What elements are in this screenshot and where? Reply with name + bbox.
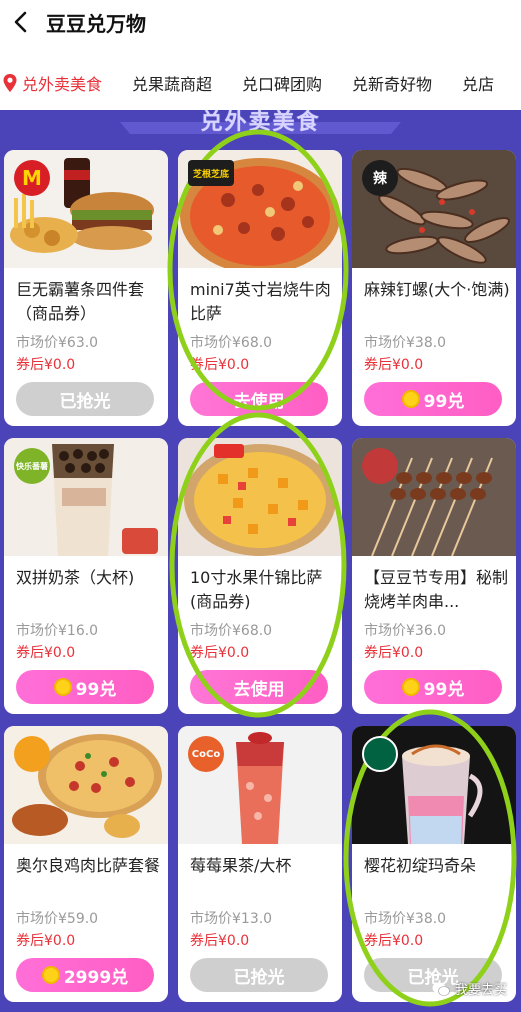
product-card[interactable]: 奥尔良鸡肉比萨套餐 市场价¥59.0 券后¥0.0 2999兑: [4, 726, 168, 1002]
product-name: mini7英寸岩烧牛肉比萨: [190, 280, 331, 323]
category-tabs: 兑外卖美食 兑果蔬商超 兑口碑团购 兑新奇好物 兑店: [0, 58, 521, 108]
coco-logo-icon: CoCo: [188, 736, 224, 772]
product-card[interactable]: 芝根芝底 mini7英寸岩烧牛肉比萨 市场价¥68.0 券后¥0.0 去使用: [178, 150, 342, 426]
redeem-button[interactable]: 2999兑: [16, 958, 154, 992]
product-name: 10寸水果什锦比萨(商品券): [190, 568, 323, 611]
product-image: 快乐番薯: [4, 438, 168, 556]
product-card[interactable]: CoCo 莓莓果茶/大杯 市场价¥13.0 券后¥0.0 已抢光: [178, 726, 342, 1002]
coupon-price: 券后¥0.0: [190, 357, 250, 373]
back-button[interactable]: [0, 0, 40, 44]
coin-icon: [401, 678, 420, 696]
coupon-price: 券后¥0.0: [364, 357, 424, 373]
product-card[interactable]: M 巨无霸薯条四件套（商品券） 市场价¥63.0 券后¥0.0 已抢光: [4, 150, 168, 426]
coin-icon: [401, 390, 420, 408]
brand-logo-icon: 快乐番薯: [14, 448, 50, 484]
product-name: 樱花初绽玛奇朵: [364, 856, 477, 875]
sold-out-button[interactable]: 已抢光: [16, 382, 154, 416]
market-price: 市场价¥63.0: [16, 335, 99, 351]
brand-logo-icon: [14, 736, 50, 772]
redeem-label: 99兑: [423, 679, 465, 700]
tab-groceries[interactable]: 兑果蔬商超: [117, 58, 227, 108]
redeem-button[interactable]: 99兑: [364, 382, 502, 416]
wechat-icon: [432, 982, 450, 996]
page-title: 豆豆兑万物: [46, 11, 146, 36]
product-card[interactable]: 【豆豆节专用】秘制烧烤羊肉串... 市场价¥36.0 券后¥0.0 99兑: [352, 438, 516, 714]
product-card[interactable]: 樱花初绽玛奇朵 市场价¥38.0 券后¥0.0 已抢光: [352, 726, 516, 1002]
market-price: 市场价¥36.0: [364, 623, 447, 639]
coupon-price: 券后¥0.0: [190, 933, 250, 949]
section-banner: 兑外卖美食: [0, 110, 521, 142]
tab-label: 兑外卖美食: [22, 75, 103, 94]
tab-food-delivery[interactable]: 兑外卖美食: [0, 58, 117, 108]
product-section: 兑外卖美食 M 巨无霸薯条四件套（商品券） 市场价¥63.0 券后¥0.0 已抢…: [0, 110, 521, 1012]
starbucks-logo-icon: [362, 736, 398, 772]
product-image: CoCo: [178, 726, 342, 844]
market-price: 市场价¥38.0: [364, 911, 447, 927]
product-image: [4, 726, 168, 844]
coin-icon: [53, 678, 72, 696]
coupon-price: 券后¥0.0: [190, 645, 250, 661]
product-name: 奥尔良鸡肉比萨套餐: [16, 856, 161, 875]
product-name: 麻辣钉螺(大个·饱满): [364, 280, 510, 299]
coupon-price: 券后¥0.0: [364, 645, 424, 661]
sold-out-button[interactable]: 已抢光: [190, 958, 328, 992]
brand-logo-icon: [362, 448, 398, 484]
tab-store[interactable]: 兑店: [447, 58, 509, 108]
product-image: M: [4, 150, 168, 268]
redeem-label: 2999兑: [63, 967, 129, 988]
tab-novelty-goods[interactable]: 兑新奇好物: [337, 58, 447, 108]
tab-group-buy[interactable]: 兑口碑团购: [227, 58, 337, 108]
market-price: 市场价¥59.0: [16, 911, 99, 927]
product-name: 双拼奶茶（大杯): [16, 568, 135, 587]
use-button[interactable]: 去使用: [190, 670, 328, 704]
watermark: 我要去买: [432, 979, 507, 998]
market-price: 市场价¥16.0: [16, 623, 99, 639]
redeem-label: 99兑: [423, 391, 465, 412]
chevron-left-icon: [14, 11, 27, 33]
coin-icon: [41, 966, 60, 984]
product-image: 辣: [352, 150, 516, 268]
use-button[interactable]: 去使用: [190, 382, 328, 416]
coupon-price: 券后¥0.0: [364, 933, 424, 949]
mcdonalds-logo-icon: M: [14, 160, 50, 196]
product-card[interactable]: 10寸水果什锦比萨(商品券) 市场价¥68.0 券后¥0.0 去使用: [178, 438, 342, 714]
product-name: 巨无霸薯条四件套（商品券）: [16, 280, 145, 323]
redeem-button[interactable]: 99兑: [16, 670, 154, 704]
market-price: 市场价¥68.0: [190, 623, 273, 639]
header-bar: 豆豆兑万物: [0, 0, 521, 44]
location-pin-icon: [3, 74, 17, 92]
section-title: 兑外卖美食: [200, 110, 321, 135]
brand-logo-icon: 辣: [362, 160, 398, 196]
product-name: 莓莓果茶/大杯: [190, 856, 292, 875]
market-price: 市场价¥38.0: [364, 335, 447, 351]
product-image: [178, 438, 342, 556]
watermark-text: 我要去买: [454, 983, 507, 998]
coupon-price: 券后¥0.0: [16, 933, 76, 949]
market-price: 市场价¥13.0: [190, 911, 273, 927]
brand-logo-icon: 芝根芝底: [188, 160, 234, 186]
redeem-label: 99兑: [75, 679, 117, 700]
product-name: 【豆豆节专用】秘制烧烤羊肉串...: [364, 568, 509, 611]
product-image: 芝根芝底: [178, 150, 342, 268]
coupon-price: 券后¥0.0: [16, 357, 76, 373]
product-image: [352, 726, 516, 844]
product-card[interactable]: 辣 麻辣钉螺(大个·饱满) 市场价¥38.0 券后¥0.0 99兑: [352, 150, 516, 426]
coupon-price: 券后¥0.0: [16, 645, 76, 661]
product-card[interactable]: 快乐番薯 双拼奶茶（大杯) 市场价¥16.0 券后¥0.0 99兑: [4, 438, 168, 714]
product-image: [352, 438, 516, 556]
market-price: 市场价¥68.0: [190, 335, 273, 351]
redeem-button[interactable]: 99兑: [364, 670, 502, 704]
